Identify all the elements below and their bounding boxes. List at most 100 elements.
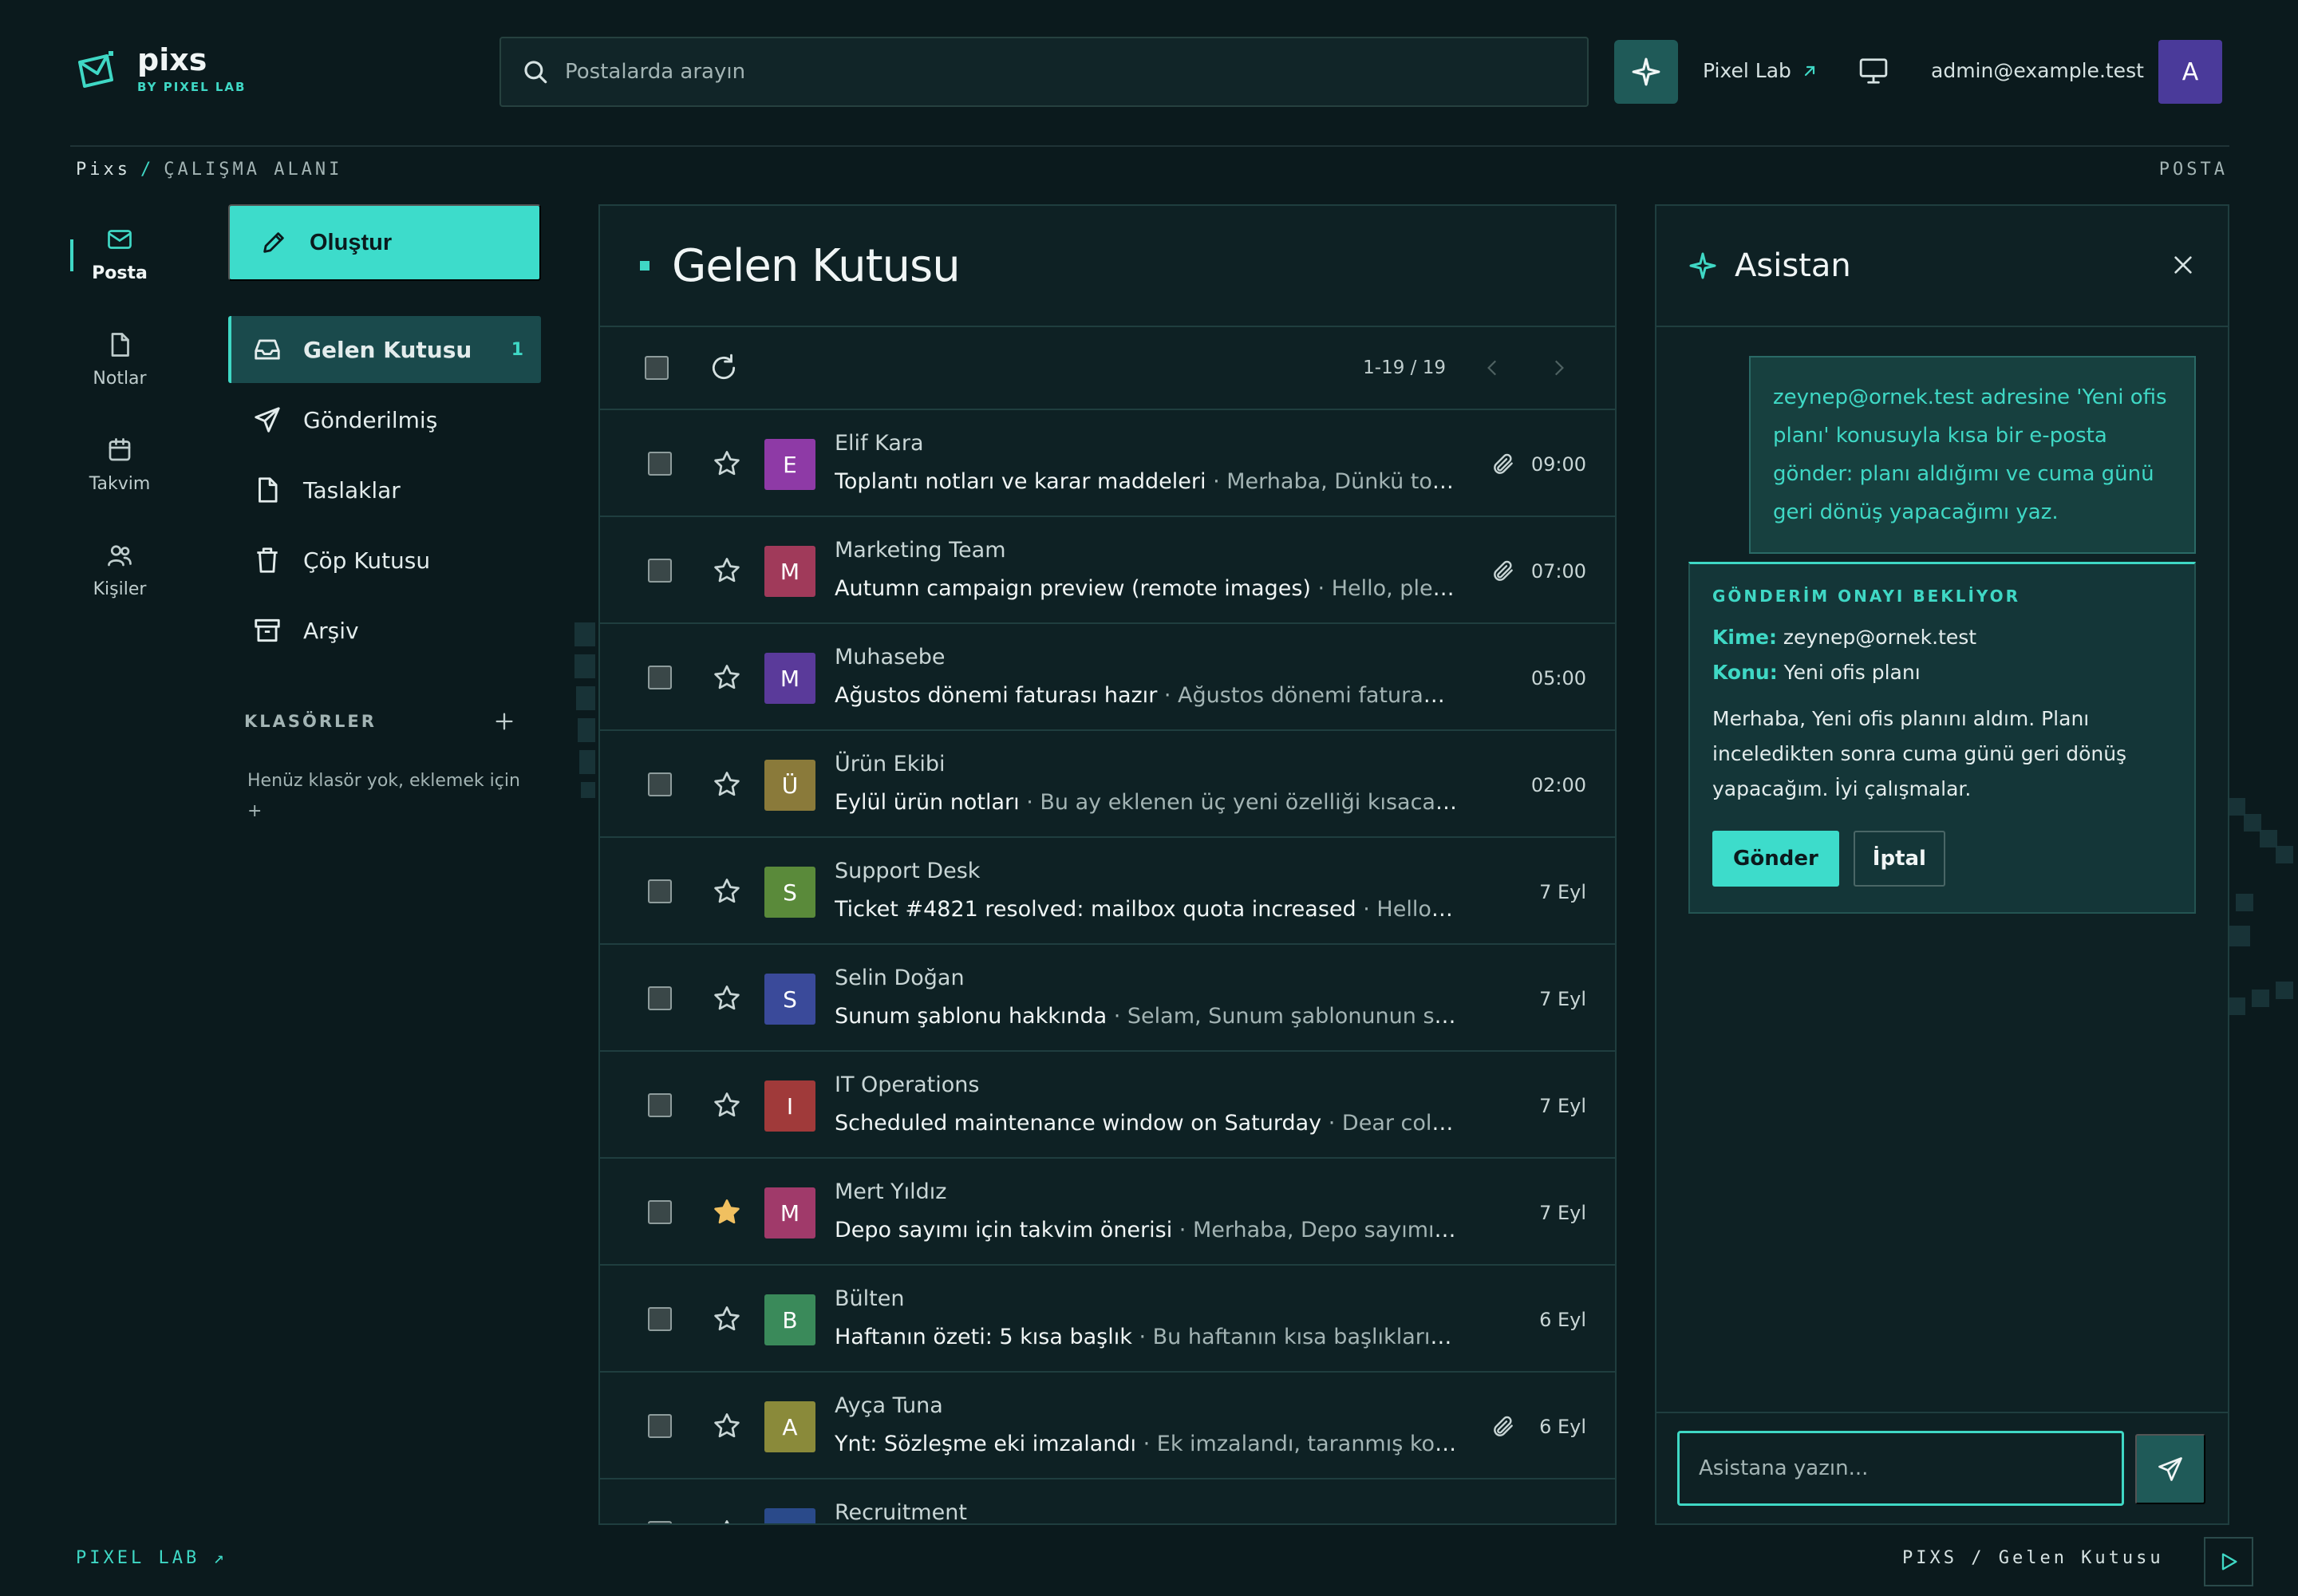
rail-item-notes[interactable]: Notlar bbox=[77, 330, 163, 389]
star-icon[interactable] bbox=[712, 448, 742, 479]
row-checkbox[interactable] bbox=[648, 986, 672, 1010]
monitor-icon[interactable] bbox=[1858, 56, 1889, 86]
confirmation-meta: Kime: zeynep@ornek.test Konu: Yeni ofis … bbox=[1712, 620, 2172, 690]
mail-summary: Depo sayımı için takvim önerisi · Merhab… bbox=[835, 1218, 1457, 1242]
footer-brand-link[interactable]: PIXEL LAB ↗ bbox=[76, 1548, 227, 1568]
mail-time: 07:00 bbox=[1530, 560, 1586, 583]
sender-name: IT Operations bbox=[835, 1073, 980, 1097]
attachment-icon bbox=[1491, 1414, 1516, 1440]
star-icon[interactable] bbox=[712, 662, 742, 693]
star-icon[interactable] bbox=[712, 876, 742, 907]
row-checkbox[interactable] bbox=[648, 666, 672, 689]
mail-subject: Sunum şablonu hakkında bbox=[835, 1004, 1108, 1029]
mail-row[interactable]: E Elif Kara Toplantı notları ve karar madd… bbox=[600, 410, 1615, 517]
pixel-lab-link[interactable]: Pixel Lab bbox=[1703, 59, 1817, 82]
rail-item-label: Notlar bbox=[93, 369, 147, 389]
select-all-checkbox[interactable] bbox=[645, 356, 669, 380]
rail-item-label: Posta bbox=[92, 263, 148, 283]
sender-name: Elif Kara bbox=[835, 431, 924, 456]
sidebar-item-inbox[interactable]: Gelen Kutusu 1 bbox=[228, 316, 541, 383]
chevron-left-icon[interactable] bbox=[1483, 358, 1503, 378]
assistant-input[interactable] bbox=[1677, 1431, 2124, 1506]
mail-summary: Ynt: Sözleşme eki imzalandı · Ek imzalan… bbox=[835, 1432, 1457, 1456]
rail-item-calendar[interactable]: Takvim bbox=[77, 436, 163, 494]
star-icon[interactable] bbox=[712, 1411, 742, 1441]
folders-header: KLASÖRLER bbox=[244, 710, 515, 733]
sidebar-item-archive[interactable]: Arşiv bbox=[228, 597, 541, 664]
star-icon[interactable] bbox=[712, 1090, 742, 1120]
mail-subject: Haftanın özeti: 5 kısa başlık bbox=[835, 1325, 1132, 1349]
mail-row[interactable]: B Bülten Haftanın özeti: 5 kısa başlık · B… bbox=[600, 1266, 1615, 1373]
star-icon[interactable] bbox=[712, 769, 742, 800]
sidebar-item-sent[interactable]: Gönderilmiş bbox=[228, 386, 541, 453]
mail-preview: · Bu ay eklenen üç yeni özelliği kısaca … bbox=[1026, 790, 1457, 815]
row-checkbox[interactable] bbox=[648, 1093, 672, 1117]
mail-time: 7 Eyl bbox=[1539, 881, 1586, 903]
mail-row[interactable]: A Ayça Tuna Ynt: Sözleşme eki imzalandı · … bbox=[600, 1373, 1615, 1479]
mail-subject: Eylül ürün notları bbox=[835, 790, 1020, 815]
star-icon[interactable] bbox=[712, 983, 742, 1013]
pixel-lab-link-label: Pixel Lab bbox=[1703, 59, 1791, 82]
assistant-send-button[interactable] bbox=[2135, 1434, 2205, 1504]
row-checkbox[interactable] bbox=[648, 452, 672, 476]
rail-item-contacts[interactable]: Kişiler bbox=[77, 541, 163, 599]
mail-preview: · Selam, Sunum şablonunun son sürümünü e… bbox=[1113, 1004, 1457, 1029]
inbox-icon bbox=[252, 334, 282, 365]
recipient-row: Kime: zeynep@ornek.test bbox=[1712, 620, 2172, 655]
star-icon[interactable] bbox=[712, 1518, 742, 1523]
mail-row[interactable]: S Support Desk Ticket #4821 resolved: mail… bbox=[600, 838, 1615, 945]
rail-item-mail[interactable]: Posta bbox=[77, 225, 163, 283]
subject-row: Konu: Yeni ofis planı bbox=[1712, 655, 2172, 690]
unread-count-badge: 1 bbox=[511, 339, 523, 360]
external-link-icon bbox=[1802, 64, 1817, 78]
star-icon[interactable] bbox=[712, 1304, 742, 1334]
app-byline: BY PIXEL LAB bbox=[137, 80, 247, 94]
row-checkbox[interactable] bbox=[648, 1307, 672, 1331]
mail-row[interactable]: M Marketing Team Autumn campaign preview (… bbox=[600, 517, 1615, 624]
rail-item-label: Kişiler bbox=[93, 579, 147, 599]
sidebar-item-drafts[interactable]: Taslaklar bbox=[228, 456, 541, 523]
app-logo[interactable]: pixs BY PIXEL LAB bbox=[77, 45, 246, 94]
rail-active-indicator bbox=[70, 239, 73, 271]
mail-subject: Ağustos dönemi faturası hazır bbox=[835, 683, 1158, 708]
row-checkbox[interactable] bbox=[648, 1521, 672, 1523]
breadcrumb-root[interactable]: Pixs bbox=[76, 160, 131, 180]
add-folder-icon[interactable] bbox=[493, 710, 515, 733]
row-checkbox[interactable] bbox=[648, 772, 672, 796]
sender-avatar: M bbox=[764, 546, 815, 597]
mail-row[interactable]: R Recruitment bbox=[600, 1479, 1615, 1523]
user-avatar[interactable]: A bbox=[2158, 40, 2222, 104]
row-checkbox[interactable] bbox=[648, 1414, 672, 1438]
compose-button[interactable]: Oluştur bbox=[228, 204, 541, 281]
mail-row[interactable]: M Mert Yıldız Depo sayımı için takvim öner… bbox=[600, 1159, 1615, 1266]
mail-row[interactable]: S Selin Doğan Sunum şablonu hakkında · Sel… bbox=[600, 945, 1615, 1052]
send-button[interactable]: Gönder bbox=[1712, 831, 1839, 887]
mail-preview: · Merhaba, Depo sayımını 2 gün içinde pl… bbox=[1179, 1218, 1457, 1242]
refresh-icon[interactable] bbox=[709, 353, 739, 383]
sidebar-item-trash[interactable]: Çöp Kutusu bbox=[228, 527, 541, 594]
row-checkbox[interactable] bbox=[648, 559, 672, 583]
mail-row[interactable]: M Muhasebe Ağustos dönemi faturası hazır ·… bbox=[600, 624, 1615, 731]
row-checkbox[interactable] bbox=[648, 879, 672, 903]
close-icon[interactable] bbox=[2170, 252, 2196, 278]
mail-row[interactable]: I IT Operations Scheduled maintenance wind… bbox=[600, 1052, 1615, 1159]
header-divider bbox=[70, 145, 2229, 147]
chevron-right-icon[interactable] bbox=[1548, 358, 1569, 378]
sender-avatar: M bbox=[764, 653, 815, 704]
assistant-composer bbox=[1656, 1412, 2228, 1523]
star-icon[interactable] bbox=[712, 555, 742, 586]
search-box[interactable] bbox=[499, 37, 1589, 107]
star-icon[interactable] bbox=[712, 1197, 742, 1227]
sender-name: Bülten bbox=[835, 1286, 905, 1311]
play-button[interactable] bbox=[2204, 1537, 2253, 1586]
archive-icon bbox=[252, 615, 282, 646]
sender-name: Mert Yıldız bbox=[835, 1179, 947, 1204]
ai-assistant-button[interactable] bbox=[1614, 40, 1678, 104]
footer-location: PIXS / Gelen Kutusu bbox=[1902, 1548, 2164, 1568]
mail-row[interactable]: Ü Ürün Ekibi Eylül ürün notları · Bu ay ek… bbox=[600, 731, 1615, 838]
cancel-button[interactable]: İptal bbox=[1853, 831, 1945, 887]
user-message: zeynep@ornek.test adresine 'Yeni ofis pl… bbox=[1749, 356, 2196, 554]
row-checkbox[interactable] bbox=[648, 1200, 672, 1224]
search-input[interactable] bbox=[565, 60, 1587, 84]
mail-preview: · Hello, Your mailbox quota has been inc… bbox=[1363, 897, 1457, 922]
